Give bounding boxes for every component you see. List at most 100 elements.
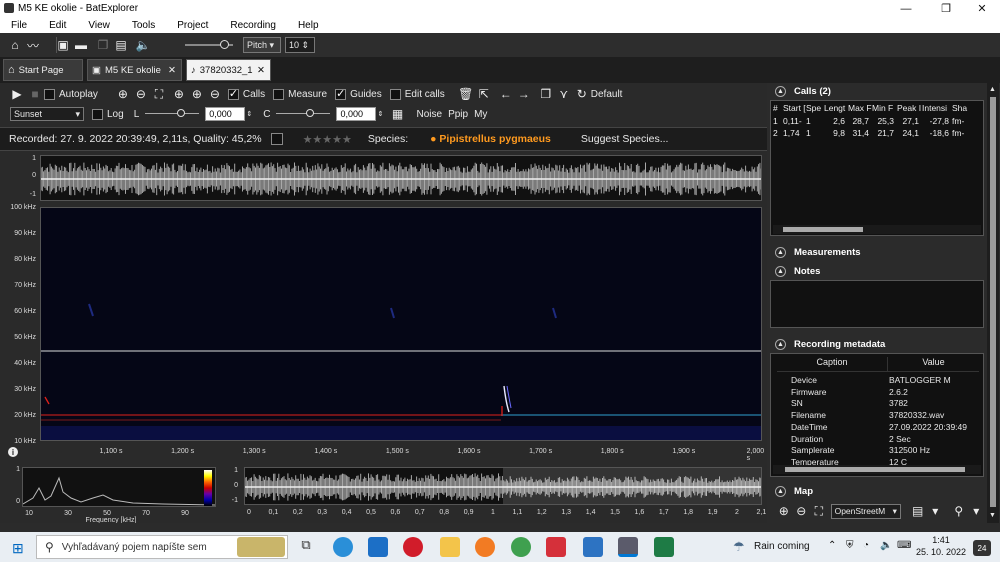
arrow-left-icon[interactable]: ← — [497, 85, 515, 103]
collapse-icon[interactable]: ▲ — [775, 246, 786, 258]
scrollbar-thumb[interactable] — [783, 227, 863, 232]
menu-recording[interactable]: Recording — [219, 20, 287, 31]
info-icon[interactable]: i — [8, 447, 18, 457]
c-slider[interactable] — [276, 109, 331, 119]
taskbar-search[interactable]: ⚲ Vyhľadávaný pojem napíšte sem — [36, 535, 288, 559]
table-row[interactable]: 1 0,11- 1 2,6 28,7 25,3 27,1 -27,8 fm- — [771, 115, 972, 127]
spectrogram[interactable] — [40, 207, 762, 441]
task-view-icon[interactable]: ⧉ — [296, 537, 316, 557]
mail-icon[interactable] — [368, 537, 388, 557]
guides-checkbox[interactable] — [335, 87, 347, 100]
arrow-right-icon[interactable]: → — [515, 85, 533, 103]
l-spinner-icon[interactable]: ⇕ — [245, 105, 253, 123]
filter-icon[interactable]: ⋎ — [555, 85, 573, 103]
notes-textarea[interactable] — [770, 280, 984, 328]
copy-icon[interactable]: ❐ — [94, 36, 112, 54]
dropdown-icon[interactable]: ▾ — [968, 502, 986, 520]
collapse-icon[interactable]: ▲ — [775, 338, 786, 350]
zoom-time-icon[interactable]: ⊕ — [170, 85, 188, 103]
menu-tools[interactable]: Tools — [121, 20, 166, 31]
location-pin-icon[interactable]: ⚲ — [950, 502, 968, 520]
default-label[interactable]: Default — [591, 89, 623, 100]
zoom-out-icon[interactable]: ⊖ — [132, 85, 150, 103]
document-icon[interactable]: ▤ — [909, 502, 927, 520]
colormap-select[interactable]: Sunset ▾ — [10, 107, 84, 121]
suggest-species-button[interactable]: Suggest Species... — [581, 133, 669, 145]
rating-stars[interactable]: ★★★★★ — [303, 133, 352, 146]
map-section-header[interactable]: ▲ Map — [769, 483, 998, 499]
calls-checkbox[interactable] — [227, 87, 239, 100]
pitch-value-field[interactable]: 10 ⇕ — [285, 37, 315, 53]
zoom-fit-icon[interactable]: ⛶ — [150, 85, 168, 103]
noise-button[interactable]: Noise — [416, 109, 442, 120]
zoom-out-icon[interactable]: ⊖ — [793, 502, 811, 520]
scroll-up-icon[interactable]: ▲ — [989, 86, 996, 93]
maximize-button[interactable]: ❐ — [930, 0, 962, 17]
menu-project[interactable]: Project — [166, 20, 219, 31]
stop-icon[interactable]: ■ — [26, 85, 44, 103]
close-button[interactable]: ✕ — [966, 0, 998, 17]
zoom-in-icon[interactable]: ⊕ — [114, 85, 132, 103]
spectrum-panel[interactable] — [22, 467, 216, 507]
metadata-value-header[interactable]: Value — [887, 357, 979, 372]
clock-date[interactable]: 25. 10. 2022 — [912, 547, 970, 557]
volume-slider-thumb[interactable] — [220, 40, 229, 49]
ppip-button[interactable]: Ppip — [448, 109, 468, 120]
home-icon[interactable]: ⌂ — [6, 36, 24, 54]
clock-time[interactable]: 1:41 — [917, 535, 965, 545]
collapse-icon[interactable]: ▲ — [775, 485, 786, 497]
tab-recording[interactable]: ♪ 37820332_1 ✕ — [186, 59, 271, 81]
menu-edit[interactable]: Edit — [38, 20, 77, 31]
image-icon[interactable]: ▦ — [388, 105, 406, 123]
scrollbar-thumb[interactable] — [990, 97, 996, 507]
measurements-section-header[interactable]: ▲ Measurements — [769, 244, 998, 260]
refresh-icon[interactable]: ↻ — [573, 85, 591, 103]
weather-text[interactable]: Rain coming — [754, 541, 810, 552]
document-icon[interactable]: ▤ — [112, 36, 130, 54]
zoom-fit-icon[interactable]: ⛶ — [810, 502, 828, 520]
metadata-section-header[interactable]: ▲ Recording metadata — [769, 336, 998, 352]
keyboard-icon[interactable]: ⌨ — [897, 540, 911, 551]
volume-icon[interactable]: 🔈 — [880, 540, 892, 551]
scrollbar-thumb[interactable] — [785, 467, 965, 472]
notification-badge[interactable]: 24 — [973, 540, 991, 556]
metadata-horizontal-scrollbar[interactable] — [773, 465, 981, 474]
menu-file[interactable]: File — [0, 20, 38, 31]
tab-project[interactable]: ▣ M5 KE okolie ✕ — [87, 59, 182, 81]
flag-checkbox[interactable] — [270, 133, 283, 145]
metadata-caption-header[interactable]: Caption — [777, 357, 887, 372]
firefox-icon[interactable] — [475, 537, 495, 557]
calls-section-header[interactable]: ▲ Calls (2) — [769, 83, 998, 99]
windows-start-icon[interactable]: ⊞ — [12, 540, 24, 557]
l-slider-thumb[interactable] — [177, 109, 186, 117]
opera-icon[interactable] — [403, 537, 423, 557]
security-icon[interactable]: ⛨ — [846, 540, 854, 551]
c-value-field[interactable]: 0,000 — [336, 107, 377, 121]
scroll-down-icon[interactable]: ▼ — [989, 512, 996, 519]
overview-panel[interactable] — [244, 467, 762, 505]
tab-start-page[interactable]: ⌂ Start Page — [3, 59, 83, 81]
edit-calls-checkbox[interactable] — [389, 88, 401, 100]
collapse-icon[interactable]: ▲ — [775, 85, 786, 97]
file-explorer-icon[interactable] — [440, 537, 460, 557]
my-button[interactable]: My — [474, 109, 487, 120]
chevron-up-icon[interactable]: ⌃ — [828, 540, 836, 551]
copy-icon[interactable]: ❐ — [537, 85, 555, 103]
minimize-button[interactable]: — — [890, 0, 922, 17]
measure-checkbox[interactable] — [273, 88, 285, 100]
close-tab-icon[interactable]: ✕ — [168, 65, 176, 76]
map-provider-select[interactable]: OpenStreetM ▾ — [830, 503, 901, 519]
autoplay-checkbox[interactable] — [44, 88, 55, 100]
excel-icon[interactable] — [654, 537, 674, 557]
collapse-icon[interactable]: ▲ — [775, 265, 786, 277]
pitch-select[interactable]: Pitch ▾ — [243, 37, 281, 53]
network-icon[interactable]: ◔ — [863, 540, 869, 551]
l-value-field[interactable]: 0,000 — [205, 107, 246, 121]
c-slider-thumb[interactable] — [306, 109, 315, 117]
volume-icon[interactable]: 🔈 — [134, 36, 152, 54]
table-row[interactable]: 2 1,74 1 9,8 31,4 21,7 24,1 -18,6 fm- — [771, 127, 972, 139]
bat-call-trace[interactable] — [503, 385, 510, 413]
zoom-reset-icon[interactable]: ⊖ — [206, 85, 224, 103]
close-tab-icon[interactable]: ✕ — [257, 65, 265, 76]
batexplorer-taskbar-icon[interactable] — [618, 537, 638, 557]
